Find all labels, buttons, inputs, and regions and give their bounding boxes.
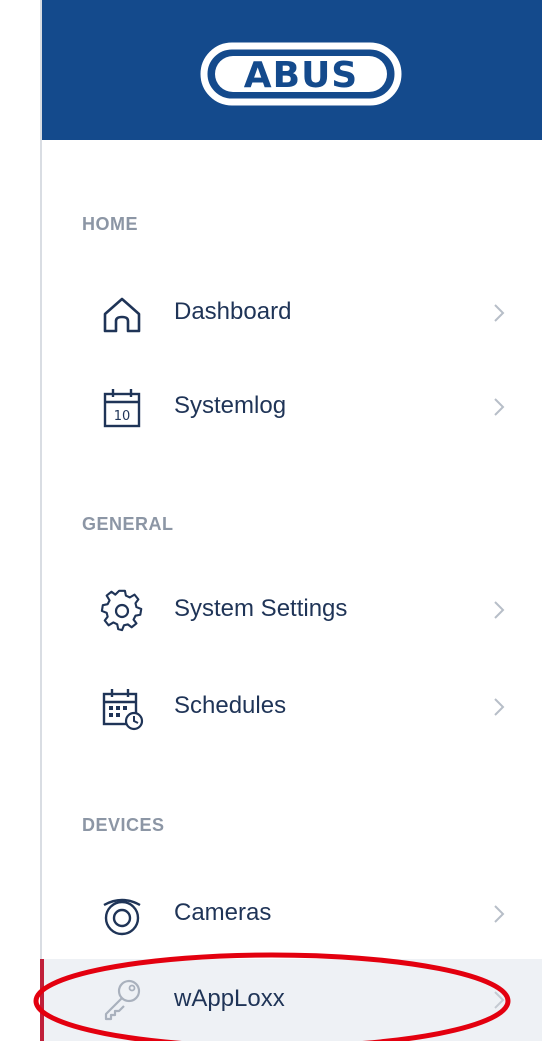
abus-logo-text: ABUS [244, 55, 358, 96]
key-icon [104, 979, 141, 1021]
chevron-right-icon [494, 398, 505, 416]
sidebar-item-cameras[interactable]: Cameras [42, 879, 542, 949]
chevron-right-icon [494, 905, 505, 923]
sidebar-item-wapploxx[interactable]: wAppLoxx [40, 959, 542, 1041]
sidebar: ABUS HOME Dashboard 10 Systemlog GENERAL… [40, 0, 542, 1041]
schedule-calendar-icon [102, 689, 144, 731]
section-label-home: HOME [82, 214, 138, 234]
sidebar-item-label: Dashboard [174, 298, 292, 325]
sidebar-item-dashboard[interactable]: Dashboard [42, 278, 542, 348]
screenshot-frame: ABUS HOME Dashboard 10 Systemlog GENERAL… [0, 0, 542, 1041]
section-label-devices: DEVICES [82, 815, 165, 835]
abus-logo[interactable]: ABUS [200, 42, 402, 106]
sidebar-item-label: Schedules [174, 692, 287, 719]
sidebar-item-label: Cameras [174, 899, 272, 926]
chevron-right-icon [494, 601, 505, 619]
left-gutter [0, 0, 40, 1041]
calendar-icon-day: 10 [114, 409, 131, 424]
sidebar-item-label: System Settings [174, 595, 348, 622]
chevron-right-icon [494, 991, 505, 1009]
sidebar-item-label: Systemlog [174, 392, 287, 419]
section-label-general: GENERAL [82, 514, 174, 534]
brand-header: ABUS [42, 0, 542, 140]
sidebar-item-label: wAppLoxx [174, 985, 285, 1012]
camera-icon [103, 898, 141, 936]
home-icon [103, 297, 141, 333]
chevron-right-icon [494, 304, 505, 322]
sidebar-item-system-settings[interactable]: System Settings [42, 575, 542, 645]
calendar-icon: 10 [103, 389, 141, 428]
active-indicator [40, 959, 44, 1041]
gear-icon [100, 589, 143, 632]
chevron-right-icon [494, 698, 505, 716]
sidebar-item-schedules[interactable]: Schedules [42, 672, 542, 742]
sidebar-item-systemlog[interactable]: 10 Systemlog [42, 372, 542, 442]
